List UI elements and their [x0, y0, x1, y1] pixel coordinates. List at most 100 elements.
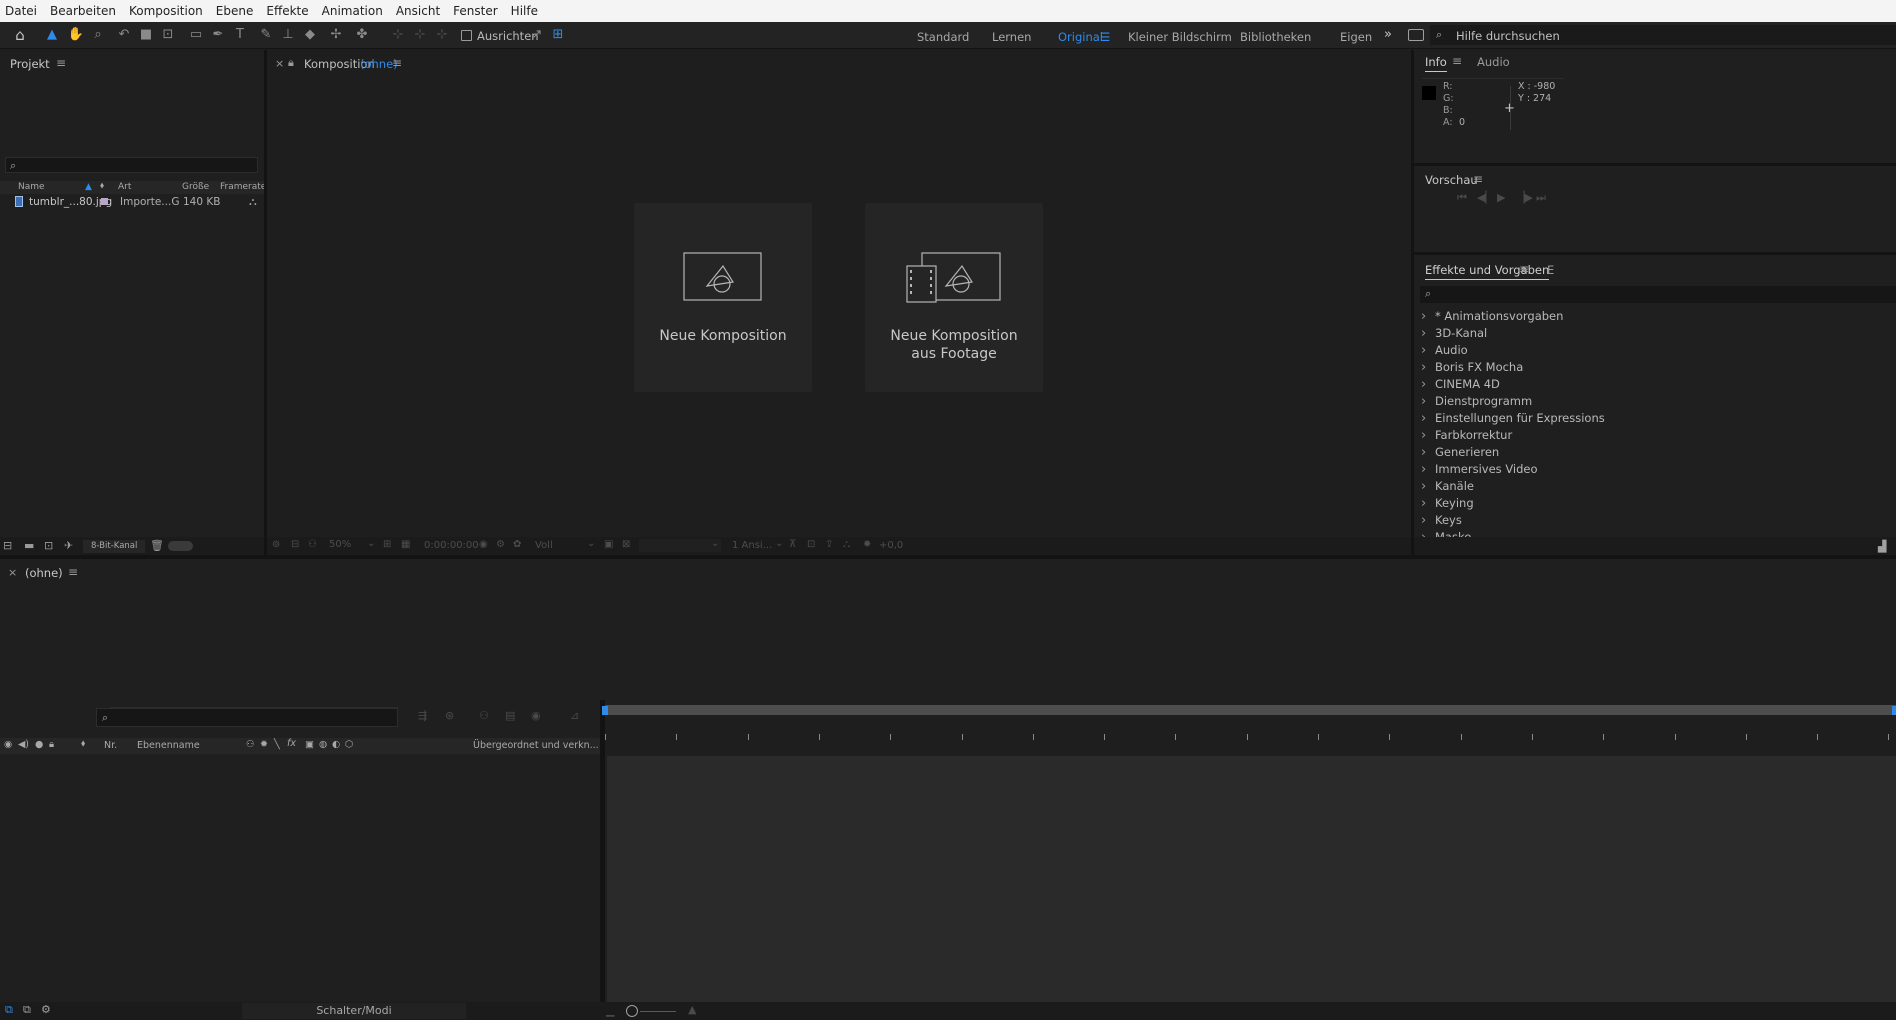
menu-item-komposition[interactable]: Komposition	[129, 4, 203, 18]
transfer-controls-icon[interactable]: ⧉	[23, 1003, 31, 1017]
column-number[interactable]: Nr.	[104, 740, 117, 751]
render-queue-icon[interactable]: ✈	[64, 539, 73, 552]
flowchart-icon[interactable]: ⛬	[843, 539, 850, 550]
workspace-bibliotheken[interactable]: Bibliotheken	[1240, 30, 1311, 44]
draft-3d-icon[interactable]: ⊛	[445, 709, 454, 722]
motion-blur-switch-icon[interactable]: ◍	[319, 739, 327, 750]
lock-icon[interactable]: 🔒︎	[288, 56, 294, 70]
new-item-icon[interactable]: ▟	[1878, 540, 1886, 553]
time-ruler[interactable]	[605, 718, 1896, 754]
effects-category[interactable]: 3D-Kanal	[1415, 325, 1896, 342]
lock-icon[interactable]: 🔒︎	[49, 739, 54, 750]
video-toggle-icon[interactable]: ◉	[4, 739, 12, 750]
fx-switch-icon[interactable]: fx	[287, 738, 296, 749]
workspace-menu-icon[interactable]: ☰	[1100, 30, 1110, 44]
shy-layers-icon[interactable]: ⚇	[479, 709, 489, 722]
menu-item-bearbeiten[interactable]: Bearbeiten	[50, 4, 116, 18]
switches-modes-toggle[interactable]: Schalter/Modi	[242, 1003, 466, 1019]
grid-icon[interactable]: ▦	[401, 539, 410, 550]
snap-grid-icon[interactable]: ⊞	[548, 26, 568, 44]
timeline-track-area[interactable]	[607, 756, 1896, 1002]
audio-tab[interactable]: Audio	[1477, 55, 1510, 69]
effects-category[interactable]: CINEMA 4D	[1415, 376, 1896, 393]
effects-category[interactable]: Farbkorrektur	[1415, 427, 1896, 444]
layer-switches-icon[interactable]: ⧉	[5, 1003, 13, 1017]
project-menu-icon[interactable]: ≡	[56, 56, 66, 70]
shy-switch-icon[interactable]: ⚇	[246, 739, 255, 750]
menu-item-effekte[interactable]: Effekte	[266, 4, 308, 18]
bit-depth-button[interactable]: 8-Bit-Kanal	[83, 540, 146, 553]
display-icon[interactable]: ⊟	[291, 539, 299, 550]
home-icon[interactable]: ⌂	[10, 26, 30, 44]
workspace-original[interactable]: Original	[1058, 30, 1103, 44]
pan-behind-tool-icon[interactable]: ⊡	[158, 26, 178, 44]
sort-ascending-icon[interactable]: ▲	[85, 182, 92, 192]
quality-switch-icon[interactable]: ╲	[274, 739, 280, 750]
effects-category[interactable]: Kanäle	[1415, 478, 1896, 495]
exposure-value[interactable]: +0,0	[879, 540, 903, 551]
solo-icon[interactable]: ●	[35, 739, 43, 750]
eraser-tool-icon[interactable]: ◆	[300, 26, 320, 44]
rotate-tool-icon[interactable]: ↶	[114, 26, 134, 44]
effects-category[interactable]: Audio	[1415, 342, 1896, 359]
menu-item-datei[interactable]: Datei	[5, 4, 37, 18]
effects-category[interactable]: Boris FX Mocha	[1415, 359, 1896, 376]
zoom-out-icon[interactable]: ▁	[606, 1004, 614, 1017]
timeline-menu-icon[interactable]: ≡	[68, 565, 78, 579]
new-composition-icon[interactable]: ⊡	[44, 539, 53, 552]
info-tab[interactable]: Info	[1425, 55, 1447, 72]
3d-layer-switch-icon[interactable]: ⬡	[345, 739, 353, 750]
column-type[interactable]: Art	[118, 182, 131, 192]
roto-brush-tool-icon[interactable]: ✢	[326, 26, 346, 44]
label-tag-icon[interactable]: ⬧	[100, 181, 104, 191]
label-color-swatch[interactable]	[101, 198, 108, 205]
motion-blur-icon[interactable]: ◉	[531, 709, 541, 722]
camera-view-dropdown[interactable]	[639, 539, 721, 552]
masks-icon[interactable]: ⚇	[308, 539, 317, 550]
work-area-bar[interactable]	[602, 705, 1896, 715]
effects-menu-icon[interactable]: ≡	[1519, 262, 1529, 276]
exposure-icon[interactable]: ✹	[863, 539, 871, 550]
flowchart-toggle[interactable]	[168, 541, 193, 551]
play-icon[interactable]: ▶	[1497, 191, 1505, 204]
preview-title[interactable]: Vorschau	[1425, 173, 1478, 187]
new-folder-icon[interactable]: ▬	[24, 539, 34, 552]
timeline-search-field[interactable]: ⌕	[96, 708, 398, 727]
in-out-icon[interactable]: ⚙	[41, 1003, 51, 1016]
text-tool-icon[interactable]: T	[230, 26, 250, 44]
hand-tool-icon[interactable]: ✋	[66, 26, 86, 44]
timeline-icon[interactable]: ⊡	[807, 539, 815, 550]
next-frame-icon[interactable]: ▕▶	[1516, 191, 1533, 204]
camera-tool-icon[interactable]: ■	[136, 26, 156, 44]
effects-extra-tab[interactable]: E	[1547, 263, 1554, 277]
frame-blending-icon[interactable]: ▤	[505, 709, 515, 722]
snapshot-icon[interactable]: ◉	[479, 539, 488, 550]
safe-zones-icon[interactable]: ⊞	[383, 539, 391, 550]
composition-menu-icon[interactable]: ≡	[392, 56, 402, 70]
graph-editor-icon[interactable]: ⊿	[570, 709, 579, 722]
more-workspaces-icon[interactable]: »	[1384, 27, 1392, 42]
last-frame-icon[interactable]: ⏭	[1536, 191, 1546, 205]
brush-tool-icon[interactable]: ✎	[256, 26, 276, 44]
zoom-slider-handle[interactable]	[626, 1005, 638, 1017]
audio-toggle-icon[interactable]: ◀)	[18, 739, 29, 750]
align-checkbox[interactable]	[461, 30, 472, 41]
snap-icon[interactable]: ↗	[527, 26, 547, 44]
label-tag-icon[interactable]: ⬧	[81, 738, 85, 749]
views-dropdown[interactable]: 1 Ansi...	[732, 540, 772, 551]
composition-mini-flowchart-icon[interactable]: ⇶	[418, 709, 427, 722]
effects-category[interactable]: Generieren	[1415, 444, 1896, 461]
close-tab-icon[interactable]: ×	[8, 566, 17, 579]
workspace-lernen[interactable]: Lernen	[992, 30, 1031, 44]
adjustment-switch-icon[interactable]: ◐	[332, 739, 340, 750]
effects-category[interactable]: Einstellungen für Expressions	[1415, 410, 1896, 427]
clone-stamp-tool-icon[interactable]: ⊥	[278, 26, 298, 44]
zoom-in-icon[interactable]: ▲	[688, 1003, 696, 1016]
project-item-row[interactable]: tumblr_...80.jpg Importe...G 140 KB ⛬	[0, 195, 264, 211]
effects-category[interactable]: * Animationsvorgaben	[1415, 308, 1896, 325]
axis-local-icon[interactable]: ⊹	[388, 26, 408, 44]
help-search-field[interactable]: ⌕ Hilfe durchsuchen	[1430, 25, 1896, 45]
workspace-kleiner-bildschirm[interactable]: Kleiner Bildschirm	[1128, 30, 1232, 44]
timeline-tab-name[interactable]: (ohne)	[25, 566, 63, 580]
show-snapshot-icon[interactable]: ⚙	[496, 539, 505, 550]
